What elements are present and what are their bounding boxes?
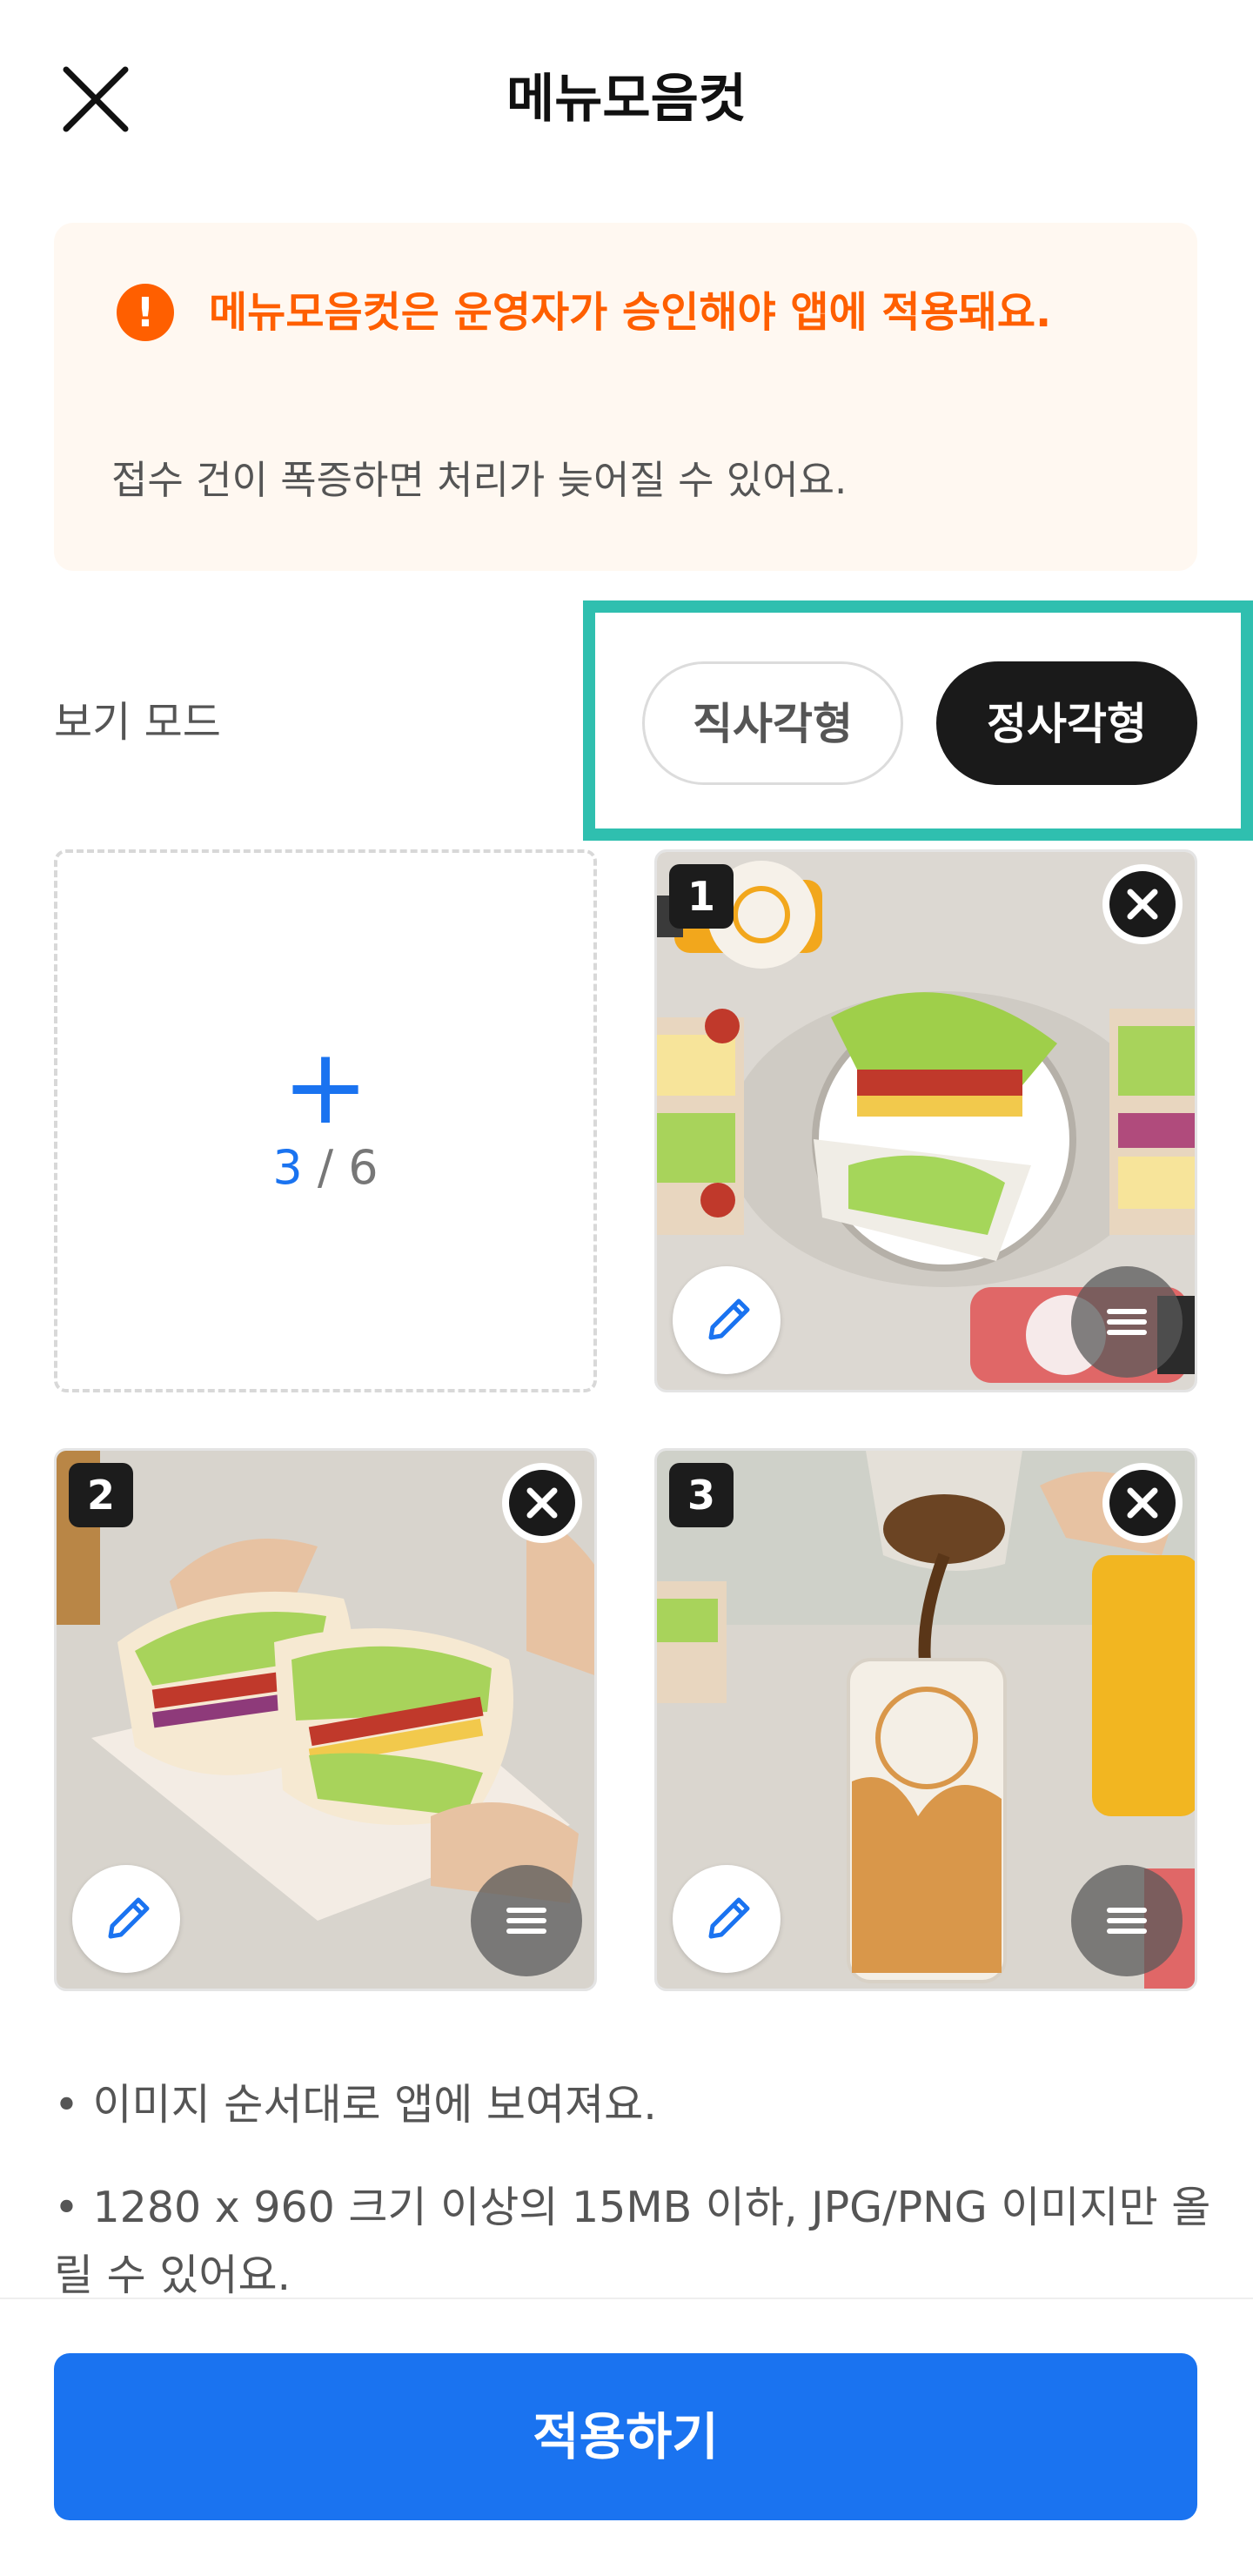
close-icon bbox=[63, 66, 129, 132]
order-badge: 1 bbox=[669, 864, 734, 929]
delete-image-button[interactable] bbox=[1102, 1463, 1183, 1543]
order-badge: 3 bbox=[669, 1463, 734, 1527]
edit-image-button[interactable] bbox=[673, 1266, 781, 1374]
reorder-handle[interactable] bbox=[1071, 1865, 1183, 1976]
info-order: • 이미지 순서대로 앱에 보여져요. bbox=[54, 2080, 657, 2130]
image-count: 3 / 6 bbox=[272, 1140, 379, 1195]
close-button[interactable] bbox=[54, 57, 137, 141]
reorder-handle[interactable] bbox=[1071, 1266, 1183, 1378]
drag-handle-icon bbox=[1107, 1309, 1147, 1335]
close-circle-icon bbox=[509, 1470, 575, 1536]
square-mode-button[interactable]: 정사각형 bbox=[936, 661, 1197, 785]
apply-button[interactable]: 적용하기 bbox=[54, 2353, 1197, 2520]
plus-icon: + bbox=[281, 1027, 370, 1148]
delete-image-button[interactable] bbox=[1102, 864, 1183, 944]
image-tile-3[interactable]: 3 bbox=[654, 1448, 1197, 1991]
drag-handle-icon bbox=[1107, 1908, 1147, 1934]
pencil-icon bbox=[108, 1897, 150, 1939]
info-size: • 1280 x 960 크기 이상의 15MB 이하, JPG/PNG 이미지… bbox=[54, 2183, 1211, 2300]
add-image-tile[interactable]: + 3 / 6 bbox=[54, 849, 597, 1392]
rectangle-mode-button[interactable]: 직사각형 bbox=[642, 661, 903, 785]
view-mode-label: 보기 모드 bbox=[54, 698, 221, 747]
notice-title: 메뉴모음컷은 운영자가 승인해야 앱에 적용돼요. bbox=[209, 288, 1052, 337]
notice-box bbox=[54, 223, 1197, 571]
image-tile-1[interactable]: 1 bbox=[654, 849, 1197, 1392]
edit-image-button[interactable] bbox=[72, 1865, 180, 1973]
edit-image-button[interactable] bbox=[673, 1865, 781, 1973]
warning-icon: ! bbox=[117, 284, 174, 341]
drag-handle-icon bbox=[506, 1908, 546, 1934]
close-circle-icon bbox=[1109, 871, 1176, 937]
close-circle-icon bbox=[1109, 1470, 1176, 1536]
bottom-divider bbox=[0, 2298, 1253, 2299]
order-badge: 2 bbox=[69, 1463, 133, 1527]
pencil-icon bbox=[708, 1897, 750, 1939]
page-title: 메뉴모음컷 bbox=[506, 69, 747, 130]
delete-image-button[interactable] bbox=[502, 1463, 582, 1543]
notice-subtitle: 접수 건이 폭증하면 처리가 늦어질 수 있어요. bbox=[111, 457, 848, 503]
reorder-handle[interactable] bbox=[471, 1865, 582, 1976]
image-tile-2[interactable]: 2 bbox=[54, 1448, 597, 1991]
pencil-icon bbox=[708, 1298, 750, 1340]
